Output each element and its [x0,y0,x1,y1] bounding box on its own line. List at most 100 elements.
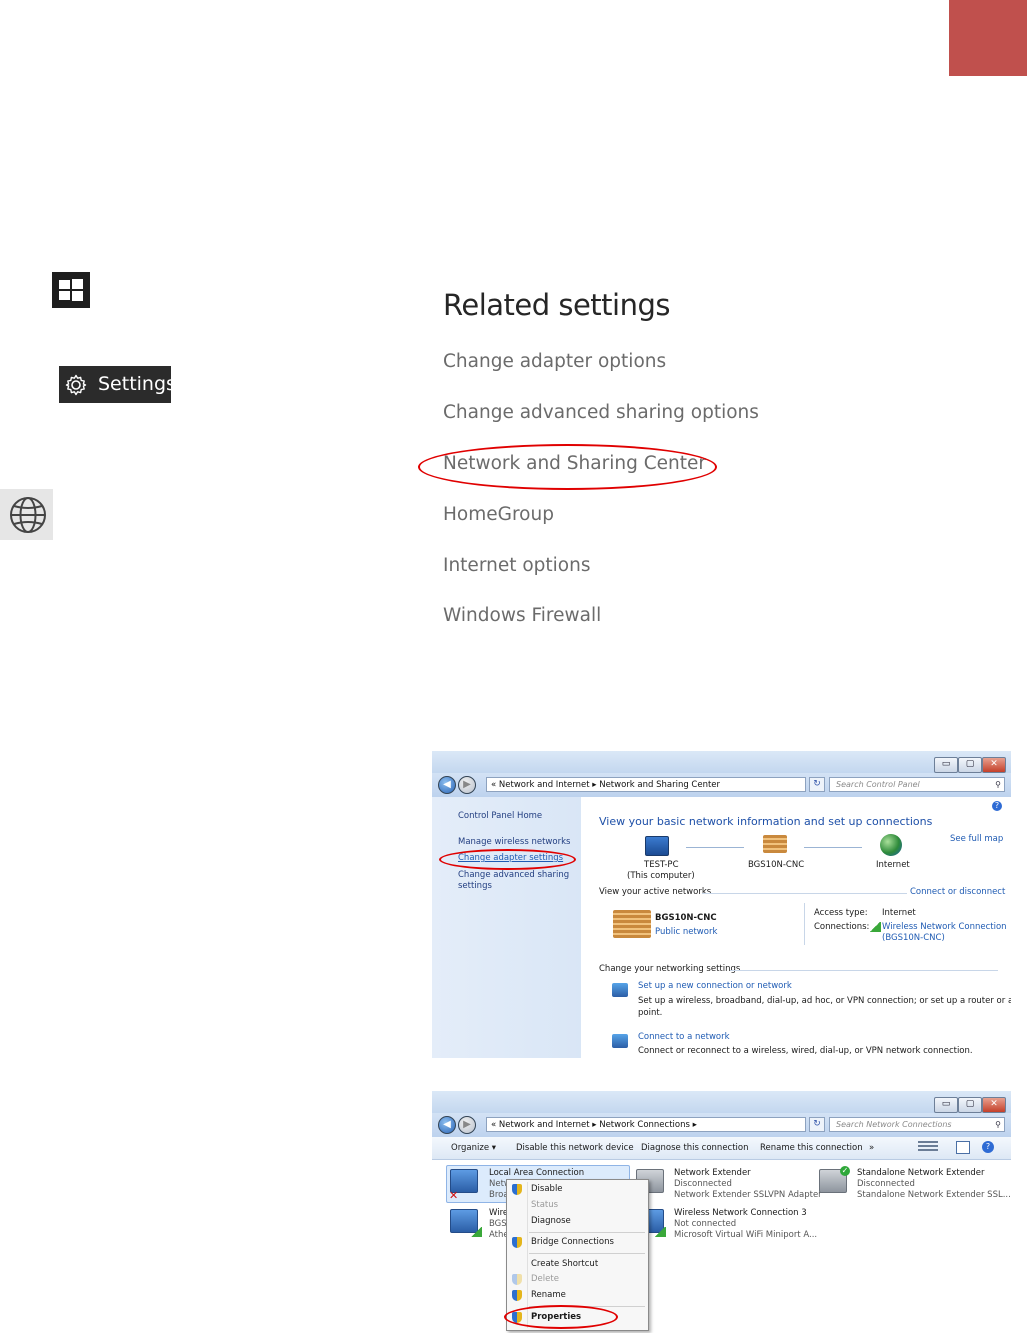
divider [804,903,805,945]
access-type-value: Internet [882,908,916,918]
search-input[interactable]: Search Network Connections ⚲ [829,1117,1005,1132]
address-text: « Network and Internet ▸ Network Connect… [491,1120,697,1130]
adapter-device: Microsoft Virtual WiFi Miniport A... [674,1230,818,1240]
computer-icon [645,836,669,856]
wireless-signal-icon [470,1227,482,1237]
map-internet: Internet [876,860,910,870]
menu-delete[interactable]: Delete [531,1274,559,1284]
change-advanced-sharing-settings-link-cont[interactable]: settings [458,881,492,891]
internet-options-link[interactable]: Internet options [443,555,590,576]
view-options-icon[interactable] [918,1141,938,1153]
windows-firewall-link[interactable]: Windows Firewall [443,605,601,626]
change-settings-label: Change your networking settings [599,964,741,974]
menu-rename[interactable]: Rename [531,1290,566,1300]
network-connections-window: ▭ ▢ ✕ ◀ ▶ « Network and Internet ▸ Netwo… [432,1091,1011,1333]
setup-connection-icon [612,983,628,997]
network-sharing-center-window: ▭ ▢ ✕ ◀ ▶ « Network and Internet ▸ Netwo… [432,751,1011,1058]
divider [702,893,907,894]
disable-device-button[interactable]: Disable this network device [516,1143,634,1153]
change-advanced-sharing-link[interactable]: Change advanced sharing options [443,402,759,423]
organize-button[interactable]: Organize ▾ [451,1143,496,1153]
search-placeholder: Search Network Connections [836,1120,952,1129]
minimize-button[interactable]: ▭ [934,757,958,773]
network-type-link[interactable]: Public network [655,927,717,937]
refresh-button[interactable]: ↻ [809,777,825,792]
minimize-button[interactable]: ▭ [934,1097,958,1113]
search-icon: ⚲ [995,780,1001,789]
wireless-signal-icon [869,922,881,932]
homegroup-link[interactable]: HomeGroup [443,504,554,525]
map-network-name: BGS10N-CNC [748,860,805,870]
title-bar: ▭ ▢ ✕ [432,751,1011,773]
change-adapter-options-link[interactable]: Change adapter options [443,351,666,372]
maximize-button[interactable]: ▢ [958,757,982,773]
map-pc-sub: (This computer) [627,871,695,881]
highlight-ellipse [439,849,576,870]
network-globe-icon [0,489,53,540]
check-icon: ✓ [840,1166,850,1176]
change-advanced-sharing-settings-link[interactable]: Change advanced sharing [458,870,569,880]
address-text: « Network and Internet ▸ Network and Sha… [491,780,721,790]
manage-wireless-link[interactable]: Manage wireless networks [458,837,570,847]
related-settings-heading: Related settings [443,288,671,322]
adapter-name: Wireless Network Connection 3 [674,1208,807,1218]
address-bar-row: ◀ ▶ « Network and Internet ▸ Network Con… [432,1113,1011,1137]
disabled-x-icon: ✕ [449,1189,459,1202]
close-button[interactable]: ✕ [982,1097,1006,1113]
adapter-device: Network Extender SSLVPN Adapter [674,1190,822,1200]
close-button[interactable]: ✕ [982,757,1006,773]
wireless-connection-link[interactable]: Wireless Network Connection [882,922,1007,932]
setup-description-cont: point. [638,1008,663,1018]
wireless-connection-link-sub[interactable]: (BGS10N-CNC) [882,933,945,943]
connect-network-icon [612,1034,628,1048]
preview-pane-icon[interactable] [956,1141,970,1154]
menu-bridge-connections[interactable]: Bridge Connections [531,1237,614,1247]
adapter-status: Disconnected [674,1179,732,1189]
map-connector [804,847,862,848]
diagnose-connection-button[interactable]: Diagnose this connection [641,1143,749,1153]
search-input[interactable]: Search Control Panel ⚲ [829,777,1005,792]
internet-globe-icon [880,834,902,856]
menu-diagnose[interactable]: Diagnose [531,1216,571,1226]
menu-separator [529,1253,645,1254]
network-name: BGS10N-CNC [655,913,717,923]
control-panel-home-link[interactable]: Control Panel Home [458,811,542,821]
gear-icon [65,374,87,396]
back-button[interactable]: ◀ [438,1116,456,1134]
see-full-map-link[interactable]: See full map [950,834,1003,844]
menu-disable[interactable]: Disable [531,1184,563,1194]
adapter-status: Disconnected [857,1179,915,1189]
help-icon[interactable]: ? [992,801,1002,811]
refresh-button[interactable]: ↻ [809,1117,825,1132]
back-button[interactable]: ◀ [438,776,456,794]
adapter-status: BGS [489,1219,507,1229]
menu-status[interactable]: Status [531,1200,558,1210]
highlight-ellipse [418,444,717,490]
setup-connection-link[interactable]: Set up a new connection or network [638,981,792,991]
more-commands-button[interactable]: » [869,1143,874,1153]
adapter-name: Local Area Connection [489,1168,585,1178]
help-icon[interactable]: ? [982,1141,994,1153]
active-networks-label: View your active networks [599,887,712,897]
wireless-signal-icon [654,1227,666,1237]
connect-network-link[interactable]: Connect to a network [638,1032,730,1042]
divider [730,970,998,971]
map-pc-name: TEST-PC [644,860,679,870]
map-connector [686,847,744,848]
uac-shield-icon [512,1237,522,1248]
connections-label: Connections: [814,922,870,932]
address-field[interactable]: « Network and Internet ▸ Network Connect… [486,1117,806,1132]
settings-label: Settings [98,373,176,395]
menu-create-shortcut[interactable]: Create Shortcut [531,1259,598,1269]
adapter-device: Standalone Network Extender SSL... [857,1190,1011,1200]
forward-button[interactable]: ▶ [458,1116,476,1134]
rename-connection-button[interactable]: Rename this connection [760,1143,863,1153]
forward-button[interactable]: ▶ [458,776,476,794]
uac-shield-icon [512,1274,522,1285]
maximize-button[interactable]: ▢ [958,1097,982,1113]
bench-network-icon [763,835,787,853]
connect-disconnect-link[interactable]: Connect or disconnect [910,887,1005,897]
search-icon: ⚲ [995,1120,1001,1129]
address-field[interactable]: « Network and Internet ▸ Network and Sha… [486,777,806,792]
sidebar: Control Panel Home Manage wireless netwo… [432,797,581,1058]
